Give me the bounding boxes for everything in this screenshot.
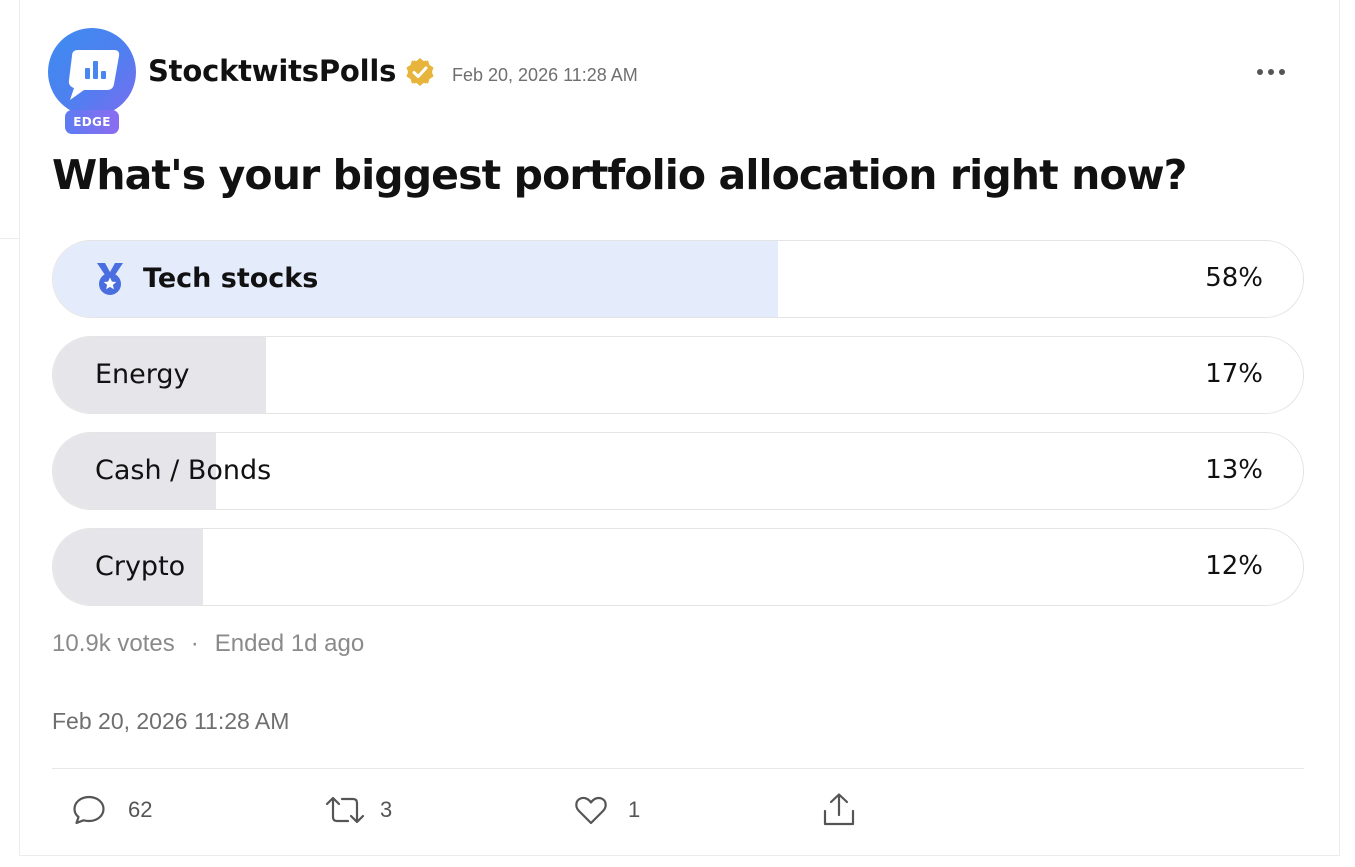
poll-option-label: Energy	[95, 359, 190, 390]
comment-count: 62	[128, 797, 153, 822]
repost-button[interactable]: 3	[322, 790, 392, 830]
divider	[52, 768, 1304, 769]
medal-icon	[97, 263, 123, 295]
vote-count: 10.9k votes	[52, 630, 175, 657]
poll-option-percent: 17%	[1205, 359, 1263, 389]
poll-option-energy[interactable]: Energy 17%	[52, 336, 1304, 414]
poll-option-tech-stocks[interactable]: Tech stocks 58%	[52, 240, 1304, 318]
share-upload-icon	[823, 793, 855, 826]
repost-count: 3	[380, 797, 393, 822]
poll-chart-bubble-icon	[68, 50, 120, 100]
divider	[0, 238, 19, 239]
poll-option-label: Crypto	[95, 551, 186, 582]
post-time: Feb 20, 2026 11:28 AM	[452, 65, 638, 85]
share-button[interactable]	[820, 790, 858, 830]
author-name[interactable]: StocktwitsPolls	[148, 52, 396, 90]
poll-option-percent: 58%	[1205, 263, 1263, 293]
verified-check-icon	[406, 58, 434, 86]
separator: ·	[190, 630, 199, 657]
like-button[interactable]: 1	[572, 790, 640, 830]
like-count: 1	[628, 797, 641, 822]
comment-button[interactable]: 62	[70, 790, 152, 830]
poll-option-label: Cash / Bonds	[95, 455, 272, 486]
poll-question: What's your biggest portfolio allocation…	[52, 151, 1187, 199]
poll-option-percent: 12%	[1205, 551, 1263, 581]
poll-status: Ended 1d ago	[214, 630, 365, 657]
poll-option-percent: 13%	[1205, 455, 1263, 485]
avatar[interactable]	[48, 28, 136, 116]
post-timestamp: Feb 20, 2026 11:28 AM	[52, 708, 290, 734]
poll-option-cash-bonds[interactable]: Cash / Bonds 13%	[52, 432, 1304, 510]
more-options-button[interactable]	[1250, 58, 1292, 86]
comment-bubble-icon	[73, 795, 105, 825]
poll-option-label: Tech stocks	[143, 263, 319, 294]
more-horizontal-icon	[1257, 69, 1285, 75]
heart-icon	[575, 796, 607, 825]
poll-option-crypto[interactable]: Crypto 12%	[52, 528, 1304, 606]
repost-icon	[325, 796, 365, 824]
poll-meta: 10.9k votes · Ended 1d ago	[52, 628, 364, 660]
edge-badge: EDGE	[65, 110, 119, 134]
